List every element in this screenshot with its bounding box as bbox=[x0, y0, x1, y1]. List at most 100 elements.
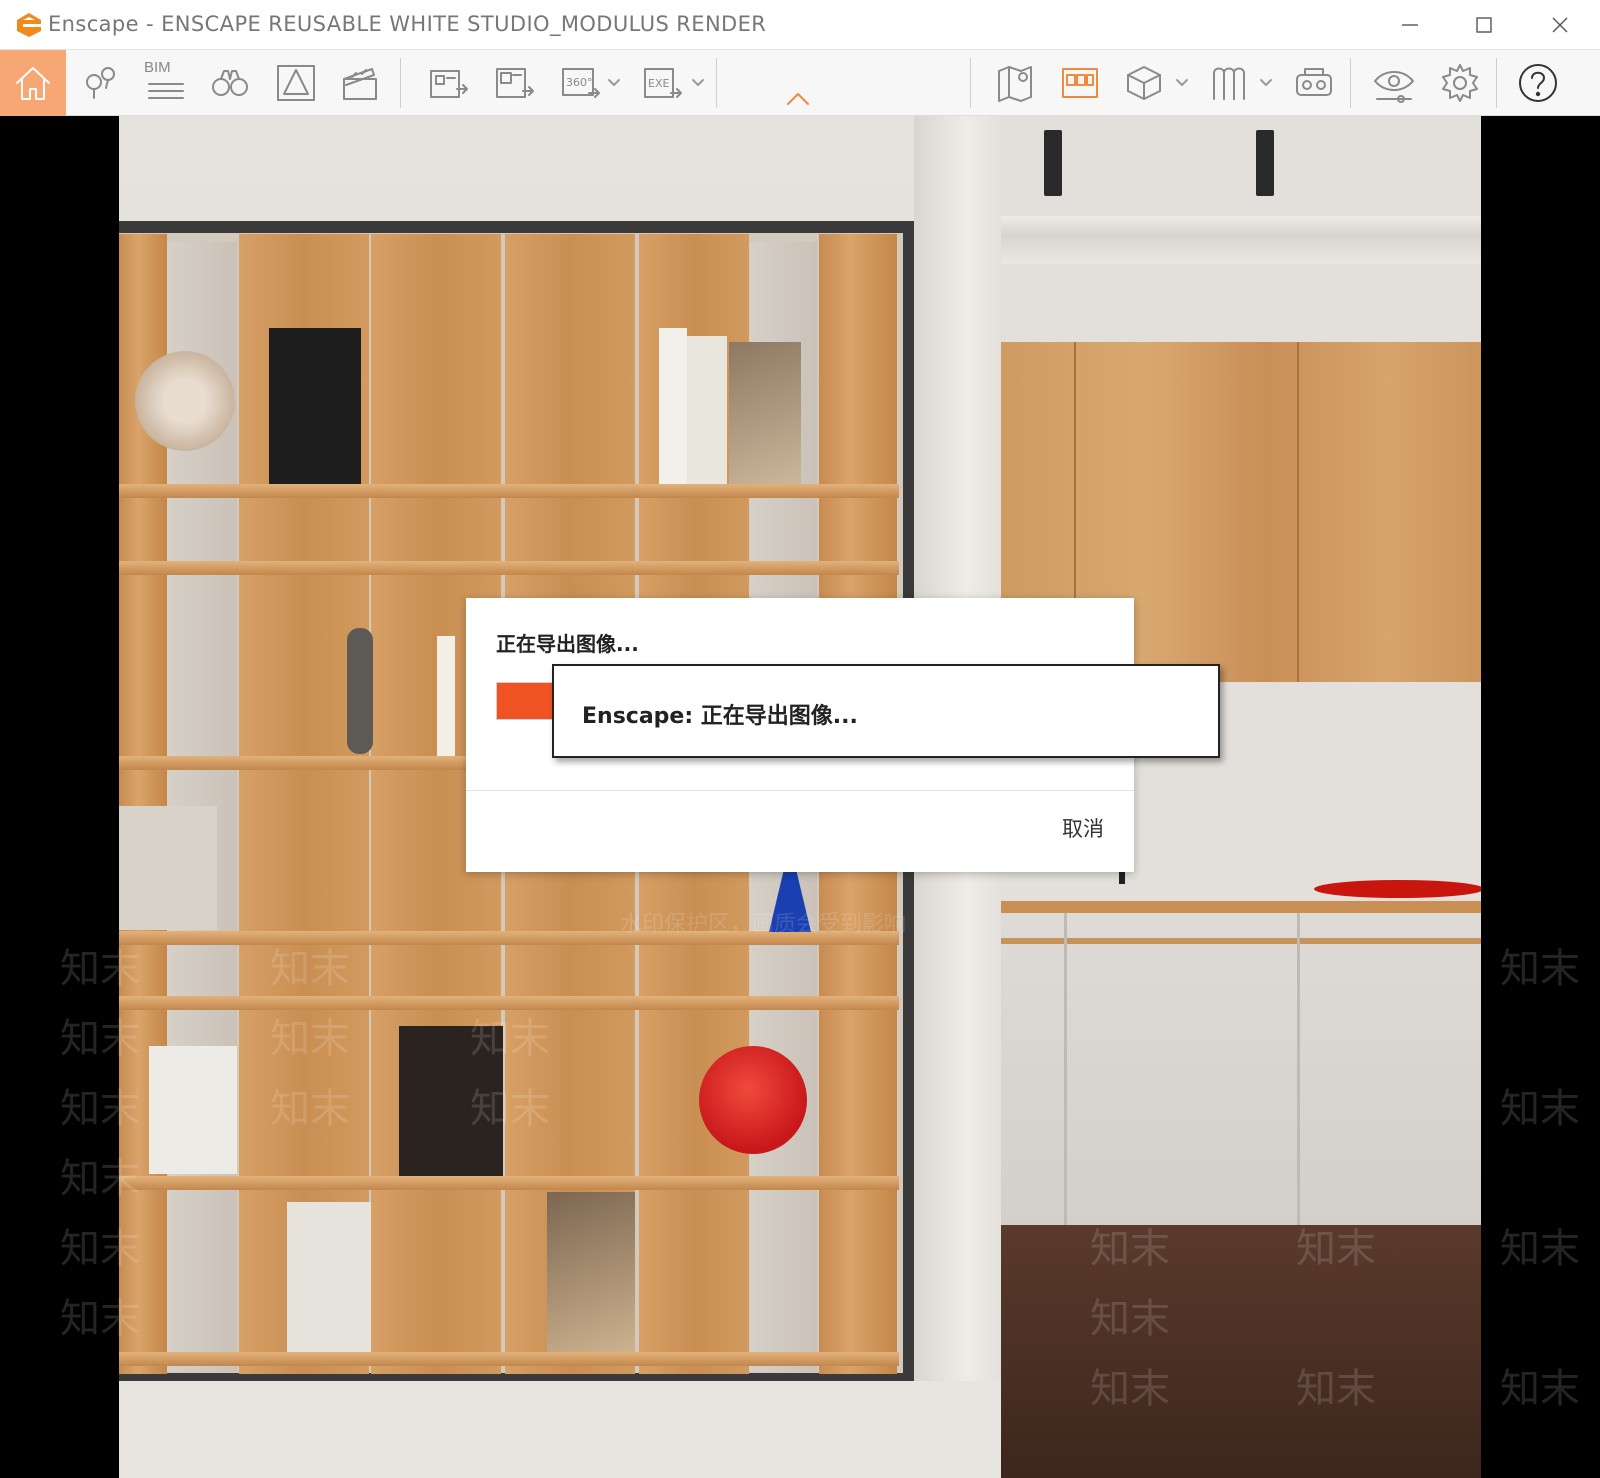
toolbar-separator bbox=[716, 58, 717, 108]
shelf-board bbox=[119, 931, 899, 945]
main-toolbar: BIM 360° EXE bbox=[0, 49, 1600, 116]
red-speaker bbox=[699, 1046, 807, 1154]
dialog-heading: 正在导出图像... bbox=[496, 632, 639, 656]
minimize-icon bbox=[1402, 23, 1418, 26]
book bbox=[687, 336, 727, 484]
countertop bbox=[1001, 901, 1481, 913]
book bbox=[659, 328, 687, 484]
map-button[interactable] bbox=[984, 50, 1048, 116]
lower-cabinets bbox=[1001, 913, 1481, 1225]
collapse-toolbar-button[interactable] bbox=[770, 50, 826, 116]
book bbox=[287, 1202, 371, 1352]
chevron-down-icon bbox=[608, 79, 620, 86]
tooltip-text: Enscape: 正在导出图像... bbox=[582, 704, 858, 729]
settings-button[interactable] bbox=[1428, 50, 1492, 116]
watermark: 知末 bbox=[1500, 1226, 1580, 1272]
asset-library-button[interactable] bbox=[1048, 50, 1112, 116]
asset-library-icon bbox=[1062, 68, 1098, 98]
svg-text:360°: 360° bbox=[566, 76, 593, 89]
baseboard bbox=[119, 1381, 1001, 1478]
exe-export-icon: EXE bbox=[644, 68, 682, 98]
cabinet-seam bbox=[1064, 913, 1067, 1225]
ceiling-light bbox=[1044, 130, 1062, 196]
watermark: 知末 bbox=[1500, 946, 1580, 992]
batch-render-icon bbox=[430, 70, 468, 98]
chevron-down-icon bbox=[692, 79, 704, 86]
view-mode-button[interactable] bbox=[1112, 50, 1176, 116]
vr-headset-icon bbox=[1296, 68, 1332, 96]
maximize-icon bbox=[1476, 16, 1492, 33]
red-tray bbox=[1314, 880, 1481, 898]
window-title: Enscape - ENSCAPE REUSABLE WHITE STUDIO_… bbox=[48, 12, 767, 36]
home-icon bbox=[16, 67, 50, 100]
progress-bar-fill bbox=[497, 683, 556, 719]
video-editor-button[interactable] bbox=[328, 50, 392, 116]
wood-floor bbox=[1001, 1225, 1481, 1478]
eye-settings-icon bbox=[1374, 71, 1414, 103]
panorama-dropdown[interactable] bbox=[600, 50, 628, 116]
title-bar: Enscape - ENSCAPE REUSABLE WHITE STUDIO_… bbox=[0, 0, 1600, 49]
chevron-down-icon bbox=[1176, 79, 1188, 86]
gear-icon bbox=[1442, 64, 1478, 102]
cornice bbox=[1001, 216, 1481, 264]
close-icon bbox=[1552, 17, 1568, 32]
360-panorama-icon: 360° bbox=[562, 68, 600, 98]
book bbox=[437, 636, 455, 756]
cabinet-seam bbox=[1297, 342, 1299, 682]
svg-text:EXE: EXE bbox=[648, 77, 669, 90]
export-status-tooltip: Enscape: 正在导出图像... bbox=[552, 664, 1220, 758]
vr-button[interactable] bbox=[1282, 50, 1346, 116]
cancel-button[interactable]: 取消 bbox=[1062, 813, 1104, 843]
watermark: 知末 bbox=[1500, 1366, 1580, 1412]
visual-settings-button[interactable] bbox=[1362, 50, 1426, 116]
shelf-board bbox=[119, 1176, 899, 1190]
maximize-button[interactable] bbox=[1454, 0, 1514, 49]
map-pin-icon bbox=[998, 66, 1032, 102]
shelf-board bbox=[119, 1352, 899, 1366]
enscape-logo-icon bbox=[17, 13, 41, 37]
materials-button[interactable] bbox=[1196, 50, 1260, 116]
book bbox=[119, 806, 217, 930]
vase bbox=[347, 628, 373, 754]
shelf-board bbox=[119, 561, 899, 575]
location-pins-icon bbox=[86, 67, 115, 99]
toolbar-separator bbox=[1496, 58, 1497, 108]
home-button[interactable] bbox=[0, 50, 66, 116]
binoculars-icon bbox=[212, 70, 248, 96]
minimize-button[interactable] bbox=[1380, 0, 1440, 49]
toolbar-separator bbox=[970, 58, 971, 108]
book bbox=[149, 1046, 237, 1174]
clapperboard-icon bbox=[343, 68, 377, 100]
perspective-cone-icon bbox=[277, 65, 315, 101]
cabinet-handle bbox=[1001, 938, 1481, 944]
sculpture bbox=[135, 351, 235, 451]
toolbar-separator bbox=[400, 58, 401, 108]
export-image-icon bbox=[496, 68, 534, 98]
perspective-button[interactable] bbox=[264, 50, 328, 116]
cube-icon bbox=[1127, 66, 1161, 100]
ceiling-light bbox=[1256, 130, 1274, 196]
cabinet-seam bbox=[1297, 913, 1300, 1225]
help-icon bbox=[1519, 64, 1557, 102]
exe-export-dropdown[interactable] bbox=[684, 50, 712, 116]
book bbox=[729, 342, 801, 484]
dialog-divider bbox=[466, 790, 1134, 791]
view-mode-dropdown[interactable] bbox=[1168, 50, 1196, 116]
materials-icon bbox=[1213, 67, 1245, 100]
shelf-board bbox=[119, 484, 899, 498]
materials-dropdown[interactable] bbox=[1252, 50, 1280, 116]
shelf-board bbox=[119, 996, 899, 1010]
help-button[interactable] bbox=[1506, 50, 1570, 116]
book bbox=[399, 1026, 503, 1176]
bim-label: BIM bbox=[144, 59, 171, 76]
chevron-down-icon bbox=[1260, 79, 1272, 86]
chevron-up-icon bbox=[787, 93, 809, 105]
export-image-button[interactable] bbox=[482, 50, 546, 116]
bim-button[interactable]: BIM bbox=[134, 50, 198, 116]
walk-mode-button[interactable] bbox=[198, 50, 262, 116]
close-button[interactable] bbox=[1530, 0, 1590, 49]
views-button[interactable] bbox=[68, 50, 132, 116]
batch-render-button[interactable] bbox=[416, 50, 480, 116]
enscape-window: Enscape - ENSCAPE REUSABLE WHITE STUDIO_… bbox=[0, 0, 1600, 1478]
book bbox=[547, 1192, 635, 1352]
